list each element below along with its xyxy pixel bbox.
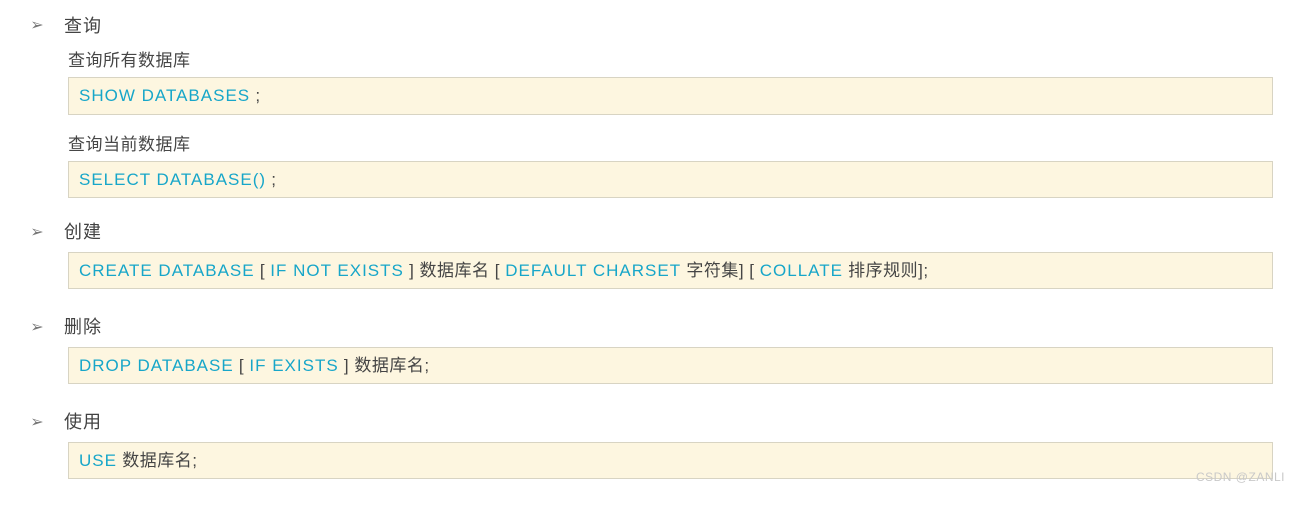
code-text: ; [266, 170, 276, 189]
bullet-icon: ➢ [28, 222, 46, 244]
bullet-icon: ➢ [28, 317, 46, 339]
code-keyword: SELECT DATABASE() [79, 170, 266, 189]
code-select-database: SELECT DATABASE() ; [68, 161, 1273, 199]
bullet-icon: ➢ [28, 412, 46, 434]
code-create-database: CREATE DATABASE [ IF NOT EXISTS ] 数据库名 [… [68, 252, 1273, 290]
code-keyword: IF NOT EXISTS [270, 261, 404, 280]
query-current-label: 查询当前数据库 [68, 133, 1273, 157]
section-title-query: 查询 [64, 14, 102, 39]
code-keyword: DEFAULT CHARSET [505, 261, 681, 280]
code-use-database: USE 数据库名; [68, 442, 1273, 480]
code-keyword: CREATE DATABASE [79, 261, 255, 280]
watermark-text: CSDN @ZANLI [1196, 469, 1285, 486]
section-title-use: 使用 [64, 410, 102, 435]
section-create-body: CREATE DATABASE [ IF NOT EXISTS ] 数据库名 [… [68, 252, 1273, 290]
document-page: { "sections":{ "query":{ "title":"查询", "… [0, 0, 1301, 491]
code-keyword: USE [79, 451, 117, 470]
code-keyword: IF EXISTS [249, 356, 338, 375]
code-keyword: DROP DATABASE [79, 356, 234, 375]
section-title-drop: 删除 [64, 315, 102, 340]
section-title-create: 创建 [64, 220, 102, 245]
section-query-body: 查询所有数据库 SHOW DATABASES ; 查询当前数据库 SELECT … [68, 49, 1273, 198]
section-query-head: ➢ 查询 [28, 14, 1273, 39]
code-text: ; [250, 86, 260, 105]
code-drop-database: DROP DATABASE [ IF EXISTS ] 数据库名; [68, 347, 1273, 385]
section-create-head: ➢ 创建 [28, 220, 1273, 245]
code-text: 排序规则]; [843, 261, 929, 280]
code-text: [ [234, 356, 250, 375]
bullet-icon: ➢ [28, 15, 46, 37]
code-text: 数据库名; [117, 451, 197, 470]
code-text: ] 数据库名 [ [404, 261, 505, 280]
code-keyword: SHOW DATABASES [79, 86, 250, 105]
code-keyword: COLLATE [760, 261, 843, 280]
code-text: ] 数据库名; [339, 356, 430, 375]
section-drop-body: DROP DATABASE [ IF EXISTS ] 数据库名; [68, 347, 1273, 385]
code-text: 字符集] [ [681, 261, 760, 280]
section-use-body: USE 数据库名; [68, 442, 1273, 480]
query-all-label: 查询所有数据库 [68, 49, 1273, 73]
section-drop-head: ➢ 删除 [28, 315, 1273, 340]
code-text: [ [255, 261, 271, 280]
section-use-head: ➢ 使用 [28, 410, 1273, 435]
code-show-databases: SHOW DATABASES ; [68, 77, 1273, 115]
